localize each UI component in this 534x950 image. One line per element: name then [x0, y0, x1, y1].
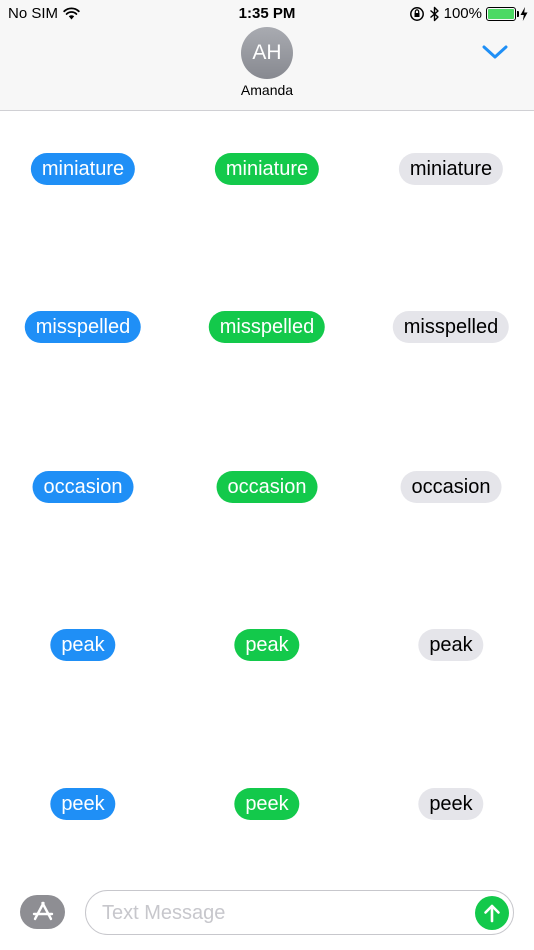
message-cell: occasion [216, 471, 318, 503]
gray-message-bubble[interactable]: occasion [400, 471, 502, 503]
blue-message-bubble[interactable]: peak [50, 629, 116, 661]
contact-initials: AH [252, 41, 282, 64]
message-cell: peek [50, 788, 116, 820]
text-message-input[interactable] [102, 900, 462, 926]
green-message-bubble[interactable]: miniature [214, 153, 320, 185]
status-bar: No SIM 1:35 PM 100% [0, 0, 534, 28]
message-cell: misspelled [208, 311, 326, 343]
message-cell: occasion [32, 471, 134, 503]
app-store-icon [32, 901, 53, 921]
green-message-bubble[interactable]: peek [234, 788, 300, 820]
blue-message-bubble[interactable]: misspelled [24, 311, 142, 343]
gray-message-bubble[interactable]: misspelled [392, 311, 510, 343]
green-message-bubble[interactable]: misspelled [208, 311, 326, 343]
battery-fill [488, 8, 514, 19]
bluetooth-icon [429, 6, 439, 21]
message-cell: peek [418, 788, 484, 820]
message-cell: peak [418, 629, 484, 661]
orientation-lock-icon [409, 6, 424, 21]
battery-percent: 100% [443, 5, 482, 22]
battery-icon [486, 6, 519, 21]
gray-message-bubble[interactable]: peak [418, 629, 484, 661]
message-cell: peak [234, 629, 300, 661]
chevron-down-icon[interactable] [482, 44, 508, 60]
gray-message-bubble[interactable]: peek [418, 788, 484, 820]
status-bar-right: 100% [409, 5, 528, 22]
message-cell: peek [234, 788, 300, 820]
message-cell: misspelled [24, 311, 142, 343]
blue-message-bubble[interactable]: peek [50, 788, 116, 820]
text-message-field[interactable] [85, 890, 514, 935]
message-cell: miniature [214, 153, 320, 185]
app-store-button[interactable] [20, 895, 65, 929]
contact-name[interactable]: Amanda [0, 82, 534, 98]
green-message-bubble[interactable]: peak [234, 629, 300, 661]
contact-avatar[interactable]: AH [241, 27, 293, 79]
blue-message-bubble[interactable]: occasion [32, 471, 134, 503]
message-cell: occasion [400, 471, 502, 503]
message-cell: misspelled [392, 311, 510, 343]
send-button[interactable] [475, 896, 509, 930]
battery-tip [516, 10, 519, 17]
message-cell: miniature [30, 153, 136, 185]
blue-message-bubble[interactable]: miniature [30, 153, 136, 185]
send-arrow-up-icon [484, 904, 500, 923]
charging-bolt-icon [520, 6, 528, 21]
message-cell: peak [50, 629, 116, 661]
gray-message-bubble[interactable]: miniature [398, 153, 504, 185]
green-message-bubble[interactable]: occasion [216, 471, 318, 503]
message-cell: miniature [398, 153, 504, 185]
message-input-bar [0, 890, 534, 950]
